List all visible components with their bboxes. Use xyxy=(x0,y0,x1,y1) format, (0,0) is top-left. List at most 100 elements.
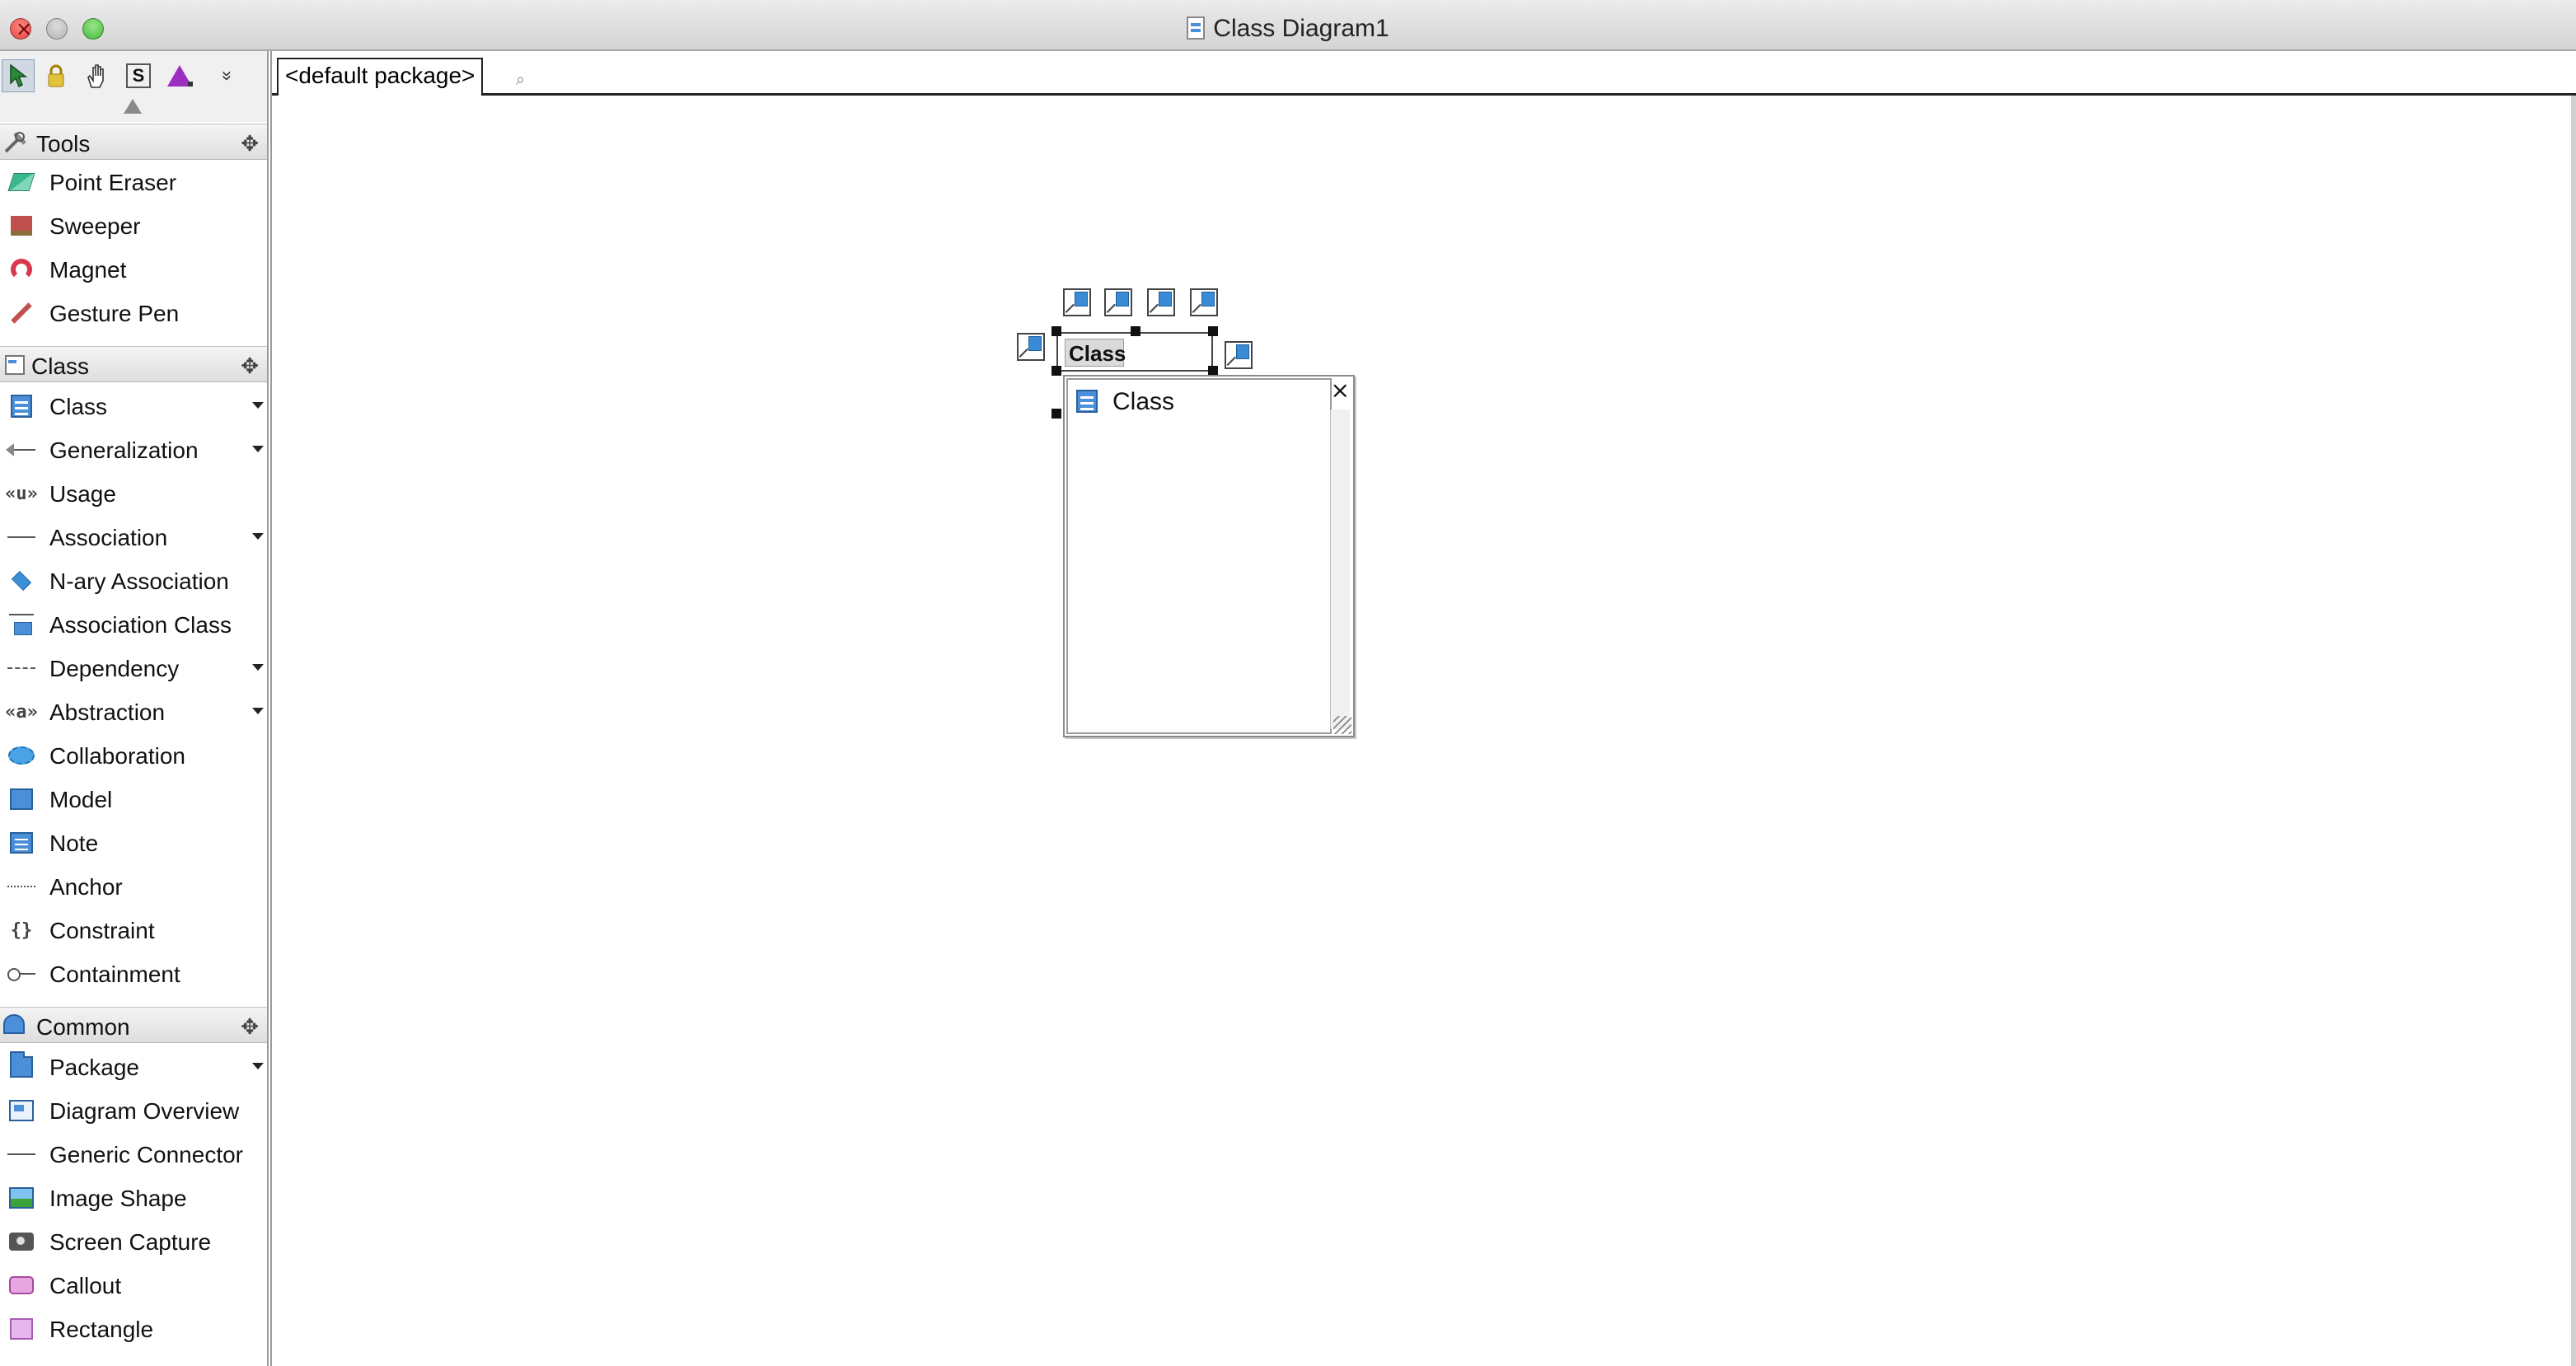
resource-association-icon[interactable] xyxy=(1063,288,1091,316)
resize-handle[interactable] xyxy=(1131,326,1140,336)
collaboration-icon xyxy=(7,743,36,768)
shape-tool-button[interactable] xyxy=(163,59,196,92)
resource-aggregation-icon[interactable] xyxy=(1147,288,1175,316)
suggestion-label: Class xyxy=(1112,388,1175,415)
search-icon[interactable]: ⌕ xyxy=(516,71,525,90)
palette-group-class[interactable]: Class ✥ xyxy=(0,346,267,382)
popup-scrollbar[interactable] xyxy=(1330,409,1350,729)
class-shape[interactable]: Class xyxy=(1056,332,1213,372)
palette-group-tools[interactable]: Tools ✥ xyxy=(0,124,267,160)
dropdown-arrow-icon[interactable] xyxy=(252,1063,264,1069)
palette-group-label: Tools xyxy=(36,131,91,157)
palette-item-nary-association[interactable]: N-ary Association xyxy=(0,559,267,602)
palette-item-generalization[interactable]: Generalization xyxy=(0,428,267,471)
hand-tool-button[interactable] xyxy=(81,59,114,92)
resize-handle[interactable] xyxy=(1051,326,1061,336)
resource-model-icon[interactable] xyxy=(1017,333,1045,361)
palette-item-note[interactable]: Note xyxy=(0,821,267,864)
association-class-icon xyxy=(7,612,36,637)
pin-group-icon[interactable]: ✥ xyxy=(241,131,259,157)
palette-item-package[interactable]: Package xyxy=(0,1045,267,1088)
sweeper-tool-button[interactable]: S xyxy=(122,59,155,92)
more-icon: » xyxy=(218,70,238,82)
rectangle-icon xyxy=(7,1317,36,1341)
palette-item-label: Class xyxy=(49,394,108,419)
sweeper-s-icon: S xyxy=(126,63,151,88)
eraser-icon xyxy=(7,170,36,194)
close-icon[interactable]: × xyxy=(1331,377,1350,404)
palette-item-label: Image Shape xyxy=(49,1186,187,1211)
dropdown-arrow-icon[interactable] xyxy=(252,402,264,409)
palette-item-label: Gesture Pen xyxy=(49,301,180,326)
callout-icon xyxy=(7,1273,36,1298)
package-icon xyxy=(7,1051,36,1079)
palette-group-common[interactable]: Common ✥ xyxy=(0,1007,267,1043)
palette-item-generic-connector[interactable]: Generic Connector xyxy=(0,1132,267,1176)
model-icon xyxy=(7,787,36,812)
palette-item-sweeper[interactable]: Sweeper xyxy=(0,203,267,247)
palette-item-label: Package xyxy=(49,1055,139,1080)
package-tab[interactable]: <default package> xyxy=(277,58,484,96)
dropdown-arrow-icon[interactable] xyxy=(252,446,264,452)
palette-item-label: Screen Capture xyxy=(49,1229,212,1255)
suggestion-list[interactable]: Class xyxy=(1066,378,1332,734)
palette-item-screen-capture[interactable]: Screen Capture xyxy=(0,1219,267,1263)
palette-item-point-eraser[interactable]: Point Eraser xyxy=(0,160,267,203)
palette-item-label: Model xyxy=(49,787,113,812)
palette-group-label: Class xyxy=(31,353,90,379)
resource-generalization-icon[interactable] xyxy=(1104,288,1132,316)
diagram-overview-icon xyxy=(7,1098,36,1123)
hand-icon xyxy=(87,64,104,88)
resize-grip-icon[interactable] xyxy=(1333,716,1351,734)
resource-dependency-icon[interactable] xyxy=(1225,341,1253,369)
palette-item-magnet[interactable]: Magnet xyxy=(0,247,267,291)
resize-handle[interactable] xyxy=(1208,326,1218,336)
pin-group-icon[interactable]: ✥ xyxy=(241,353,259,379)
palette-item-label: Rectangle xyxy=(49,1317,154,1342)
pointer-tool-button[interactable] xyxy=(2,59,35,92)
lock-tool-button[interactable] xyxy=(40,59,73,92)
diagram-document-icon xyxy=(1187,16,1206,40)
palette-item-dependency[interactable]: Dependency xyxy=(0,646,267,690)
palette-item-association[interactable]: Association xyxy=(0,515,267,559)
palette-group-label: Common xyxy=(36,1014,130,1040)
sweeper-icon xyxy=(7,213,36,238)
palette-item-callout[interactable]: Callout xyxy=(0,1263,267,1307)
palette-item-containment[interactable]: Containment xyxy=(0,952,267,995)
diagram-palette: Tools ✥ Point Eraser Sweeper Magnet Gest… xyxy=(0,122,269,1366)
palette-item-collaboration[interactable]: Collaboration xyxy=(0,733,267,777)
collapse-toolbar-arrow-icon[interactable] xyxy=(124,99,142,114)
palette-item-image-shape[interactable]: Image Shape xyxy=(0,1176,267,1219)
constraint-icon: {} xyxy=(10,919,33,941)
palette-item-diagram-overview[interactable]: Diagram Overview xyxy=(0,1088,267,1132)
palette-item-label: Anchor xyxy=(49,874,123,900)
resize-handle[interactable] xyxy=(1051,366,1061,376)
dropdown-arrow-icon[interactable] xyxy=(252,533,264,540)
pin-group-icon[interactable]: ✥ xyxy=(241,1014,259,1040)
magnet-icon xyxy=(7,257,36,282)
more-tools-button[interactable]: » xyxy=(211,59,244,92)
palette-item-label: N-ary Association xyxy=(49,568,229,594)
palette-item-usage[interactable]: «u» Usage xyxy=(0,471,267,515)
class-name-input[interactable]: Class xyxy=(1065,339,1126,367)
diagram-canvas[interactable]: <default package> ⌕ xyxy=(270,51,2576,1366)
tools-icon xyxy=(3,131,30,154)
resize-handle[interactable] xyxy=(1051,409,1061,419)
palette-item-label: Callout xyxy=(49,1273,122,1298)
palette-item-anchor[interactable]: Anchor xyxy=(0,864,267,908)
class-icon xyxy=(1076,390,1098,413)
palette-item-association-class[interactable]: Association Class xyxy=(0,602,267,646)
palette-item-class[interactable]: Class xyxy=(0,384,267,428)
palette-item-gesture-pen[interactable]: Gesture Pen xyxy=(0,291,267,334)
resource-composition-icon[interactable] xyxy=(1190,288,1218,316)
palette-item-rectangle[interactable]: Rectangle xyxy=(0,1307,267,1350)
window-title-text: Class Diagram1 xyxy=(1213,15,1389,42)
palette-toolbar: S » xyxy=(0,51,269,122)
palette-item-model[interactable]: Model xyxy=(0,777,267,821)
dropdown-arrow-icon[interactable] xyxy=(252,664,264,671)
lock-icon xyxy=(48,64,64,87)
dropdown-arrow-icon[interactable] xyxy=(252,708,264,714)
palette-item-label: Point Eraser xyxy=(49,170,177,195)
palette-item-abstraction[interactable]: «a» Abstraction xyxy=(0,690,267,733)
palette-item-constraint[interactable]: {} Constraint xyxy=(0,908,267,952)
